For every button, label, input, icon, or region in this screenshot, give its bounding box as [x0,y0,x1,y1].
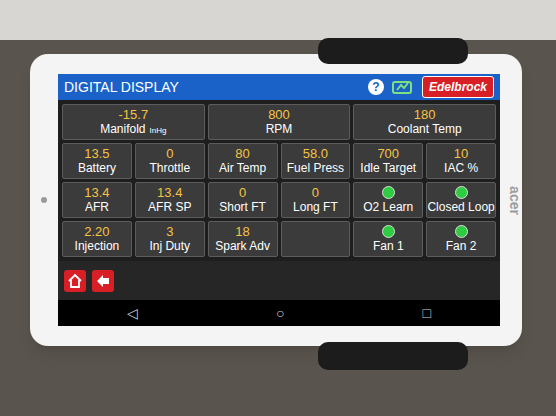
gauge-cell: 80Air Temp [208,143,278,179]
gauge-label: Fuel Press [287,162,344,175]
gauge-cell: 800RPM [208,104,351,140]
title-bar: DIGITAL DISPLAY? Edelbrock [58,74,500,100]
home-icon[interactable] [64,270,86,292]
gauge-cell: 180Coolant Temp [353,104,496,140]
gauge-cell: 0Long FT [281,182,351,218]
gauge-label: Long FT [293,201,338,214]
gauge-label: Fan 1 [373,240,404,253]
status-indicator [382,225,395,238]
gauge-cell: 13.4AFR SP [135,182,205,218]
screen: DIGITAL DISPLAY? Edelbrock -15.7Manifold In… [58,74,500,326]
gauge-cell: 700Idle Target [353,143,423,179]
bottom-bar [58,261,500,300]
gauge-label: Injection [75,240,120,253]
gauge-cell [281,221,351,257]
gauge-cell: Fan 1 [353,221,423,257]
nav-home-button[interactable]: ○ [276,306,284,320]
status-indicator [455,225,468,238]
gauge-cell: 3Inj Duty [135,221,205,257]
gauge-label-row: RPM [266,123,293,136]
gauge-cell: Closed Loop [426,182,496,218]
gauge-label: IAC % [444,162,478,175]
gauge-label: Inj Duty [149,240,190,253]
help-button[interactable]: ? [368,79,384,95]
brand-label: acer [504,186,525,215]
gauge-label: Coolant Temp [388,123,462,136]
status-indicator [455,186,468,199]
gauge-cell: 58.0Fuel Press [281,143,351,179]
nav-bar: ◁ ○ □ [58,300,500,326]
tablet: DIGITAL DISPLAY? Edelbrock -15.7Manifold In… [30,54,522,346]
gauge-cell: O2 Learn [353,182,423,218]
gauge-cell: 18Spark Adv [208,221,278,257]
gauge-value: 18 [235,225,249,239]
gauge-grid: -15.7ManifoldInHg800RPM180Coolant Temp13… [58,100,500,261]
nav-back-button[interactable]: ◁ [127,306,138,320]
gauge-value: 3 [166,225,173,239]
gauge-label: Air Temp [219,162,266,175]
gauge-value: 58.0 [303,147,328,161]
gauge-value: 80 [235,147,249,161]
gauge-value: 800 [268,108,290,122]
gauge-value: 0 [239,186,246,200]
gauge-value: 13.4 [84,186,109,200]
gauge-value: 10 [454,147,468,161]
gauge-cell: 0Throttle [135,143,205,179]
mount-clip-top [318,38,468,64]
gauge-value: 13.4 [157,186,182,200]
gauge-label: Idle Target [360,162,416,175]
gauge-label: Closed Loop [427,201,494,214]
gauge-label: Fan 2 [446,240,477,253]
gauge-label: Manifold [100,123,145,136]
gauge-value: 180 [414,108,436,122]
gauge-label-row: Manifold InHg [100,123,166,136]
app-title: DIGITAL DISPLAY [64,77,360,98]
gauge-value: 0 [166,147,173,161]
gauge-label: RPM [266,123,293,136]
gauge-cell: 13.4AFR [62,182,132,218]
gauge-label: Battery [78,162,116,175]
status-indicator [382,186,395,199]
gauge-cell: Fan 2 [426,221,496,257]
nav-recent-button[interactable]: □ [423,306,431,320]
gauge-cell: 2.20Injection [62,221,132,257]
gauge-value: 13.5 [84,147,109,161]
connection-icon[interactable] [392,79,414,95]
mount-clip-bottom [318,342,468,370]
gauge-cell: 13.5Battery [62,143,132,179]
back-arrow-icon[interactable] [92,270,114,292]
gauge-value: -15.7 [119,108,149,122]
camera-icon [41,197,47,203]
gauge-label: AFR SP [148,201,191,214]
gauge-cell: -15.7Manifold InHg [62,104,205,140]
gauge-value: 700 [377,147,399,161]
gauge-unit: InHg [150,127,167,136]
gauge-label-row: Coolant Temp [388,123,462,136]
gauge-label: O2 Learn [363,201,413,214]
edelbrock-logo[interactable]: Edelbrock [422,76,494,98]
gauge-label: Short FT [219,201,266,214]
gauge-cell: 10IAC % [426,143,496,179]
gauge-label: Throttle [149,162,190,175]
gauge-value: 0 [312,186,319,200]
gauge-label: AFR [85,201,109,214]
gauge-label: Spark Adv [215,240,270,253]
gauge-cell: 0Short FT [208,182,278,218]
gauge-value: 2.20 [84,225,109,239]
